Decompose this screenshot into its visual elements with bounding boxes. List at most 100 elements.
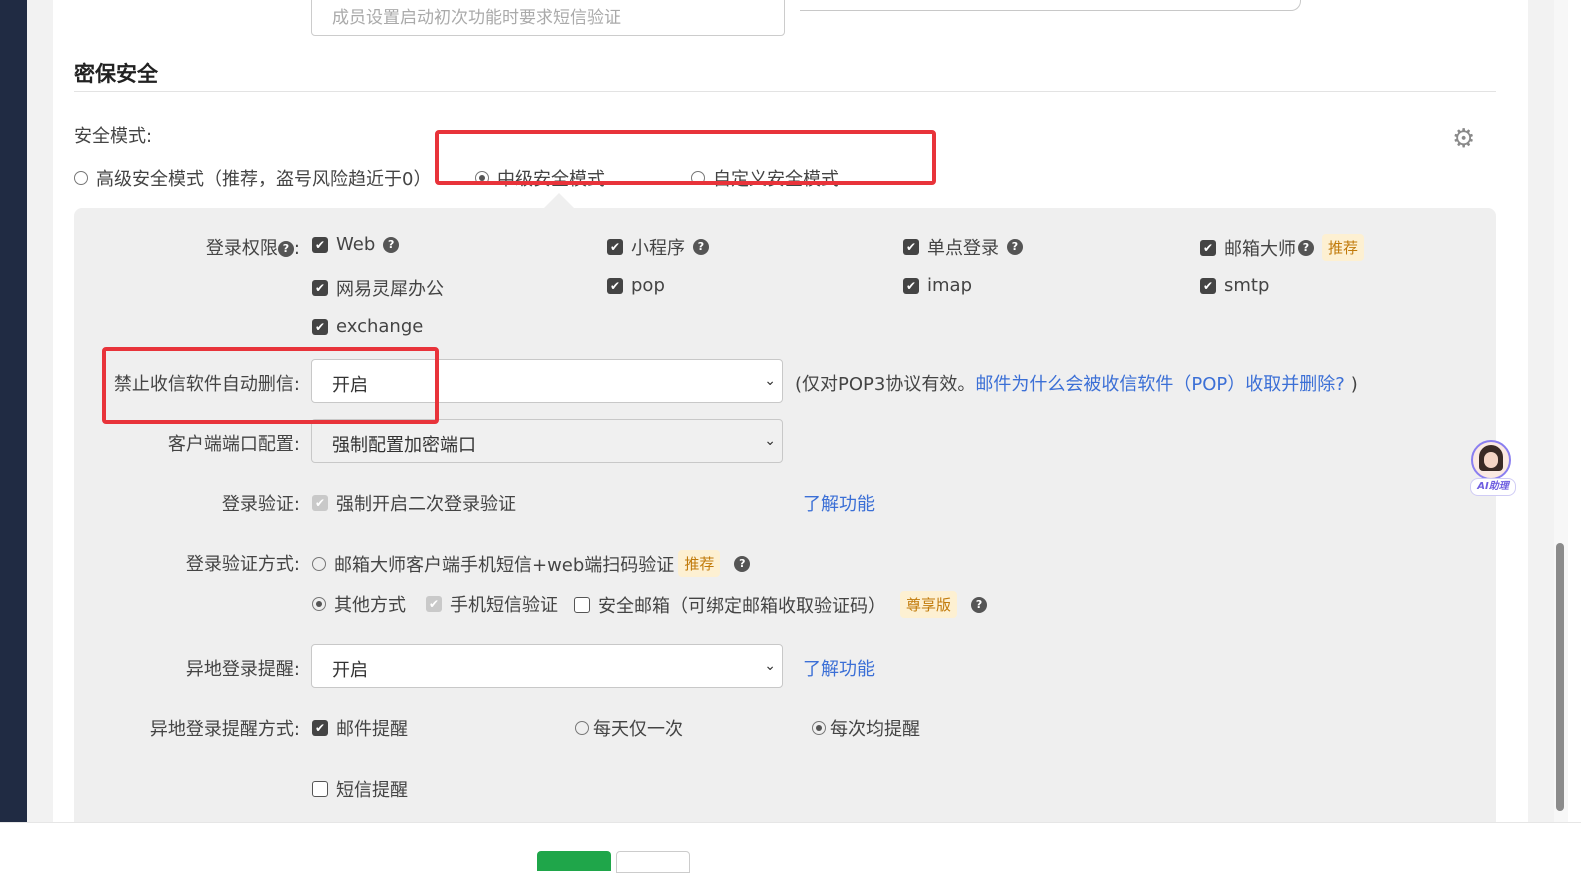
auto-delete-note-close: ) xyxy=(1350,374,1358,395)
save-button[interactable] xyxy=(537,851,611,871)
cancel-button[interactable] xyxy=(616,851,690,873)
security-mode-label: 安全模式: xyxy=(74,126,153,147)
sms-verify-input-text: 成员设置启动初次功能时要求短信验证 xyxy=(332,8,621,28)
question-icon[interactable]: ? xyxy=(383,236,400,253)
gear-icon[interactable]: ⚙ xyxy=(1452,124,1475,154)
pop-delete-help-link[interactable]: 邮件为什么会被收信软件（POP）收取并删除? xyxy=(975,374,1344,395)
highlight-box-autodelete xyxy=(102,347,439,424)
radio-icon xyxy=(74,171,88,185)
perm-lingxi[interactable]: ✔ 网易灵犀办公 xyxy=(312,275,444,301)
verify-method-mailmaster[interactable]: 邮箱大师客户端手机短信+web端扫码验证 推荐 ? xyxy=(312,550,751,577)
perm-pop-label: pop xyxy=(631,275,665,296)
client-port-value: 强制配置加密端口 xyxy=(332,435,476,456)
question-icon[interactable]: ? xyxy=(971,596,988,613)
page-gutter-left xyxy=(27,0,53,822)
checkbox-empty-icon xyxy=(312,781,328,797)
perm-imap-label: imap xyxy=(927,275,972,296)
checkbox-checked-icon: ✔ xyxy=(1200,277,1216,294)
page-gutter-right xyxy=(1528,0,1554,822)
perm-smtp[interactable]: ✔ smtp xyxy=(1200,275,1269,296)
checkbox-checked-icon: ✔ xyxy=(903,239,919,255)
perm-exchange[interactable]: ✔ exchange xyxy=(312,316,423,337)
browser-toolbar-edge xyxy=(800,0,1301,11)
chevron-down-icon: ⌄ xyxy=(764,658,776,674)
sms-verify-checkbox[interactable]: ✔ 手机短信验证 xyxy=(426,591,558,617)
perm-mailmaster-label: 邮箱大师 xyxy=(1224,238,1296,260)
checkbox-empty-icon xyxy=(574,596,590,613)
perm-smtp-label: smtp xyxy=(1224,275,1270,296)
question-icon[interactable]: ? xyxy=(277,241,294,257)
sms-verify-label: 手机短信验证 xyxy=(450,595,558,616)
force-2fa-checkbox[interactable]: ✔ 强制开启二次登录验证 xyxy=(312,490,516,516)
section-divider xyxy=(74,91,1496,92)
scrollbar-thumb[interactable] xyxy=(1556,543,1564,811)
secure-mail-checkbox[interactable]: 安全邮箱（可绑定邮箱收取验证码） 尊享版 ? xyxy=(574,591,988,618)
ai-assistant-button[interactable]: AI助理 xyxy=(1470,440,1516,496)
alert-daily-radio[interactable]: 每天仅一次 xyxy=(575,715,683,741)
alert-every-radio[interactable]: 每次均提醒 xyxy=(812,715,920,741)
checkbox-checked-icon: ✔ xyxy=(607,239,623,255)
perm-lingxi-label: 网易灵犀办公 xyxy=(336,279,444,300)
radio-advanced-mode-label: 高级安全模式（推荐，盗号风险趋近于0） xyxy=(96,169,432,190)
remote-login-alert-select[interactable]: 开启 ⌄ xyxy=(311,644,783,688)
client-port-label: 客户端端口配置: xyxy=(167,434,300,455)
checkbox-checked-icon: ✔ xyxy=(312,280,328,296)
perm-web[interactable]: ✔ Web ? xyxy=(312,234,400,255)
sms-verify-input[interactable]: 成员设置启动初次功能时要求短信验证 xyxy=(311,0,785,36)
client-port-select[interactable]: 强制配置加密端口 ⌄ xyxy=(311,419,783,463)
app-sidebar xyxy=(0,0,27,822)
checkbox-disabled-icon: ✔ xyxy=(426,596,442,612)
question-icon[interactable]: ? xyxy=(1007,239,1023,255)
alert-mail-label: 邮件提醒 xyxy=(336,719,408,740)
section-title: 密保安全 xyxy=(74,62,158,86)
remote-login-alert-value: 开启 xyxy=(332,660,368,681)
recommend-badge: 推荐 xyxy=(678,550,721,577)
alert-every-label: 每次均提醒 xyxy=(830,719,920,740)
highlight-box-mode xyxy=(435,130,936,185)
radio-icon xyxy=(575,721,589,735)
question-icon[interactable]: ? xyxy=(734,555,751,572)
question-icon[interactable]: ? xyxy=(1298,239,1314,256)
alert-daily-label: 每天仅一次 xyxy=(593,719,683,740)
checkbox-checked-icon: ✔ xyxy=(607,277,623,294)
radio-advanced-mode[interactable]: 高级安全模式（推荐，盗号风险趋近于0） xyxy=(74,165,431,191)
verify-method-other[interactable]: 其他方式 xyxy=(312,591,406,617)
perm-web-label: Web xyxy=(336,234,376,255)
secure-mail-label: 安全邮箱（可绑定邮箱收取验证码） xyxy=(598,595,886,617)
login-permission-label: 登录权限?: xyxy=(206,234,300,260)
radio-selected-icon xyxy=(812,721,826,735)
settings-panel xyxy=(74,208,1496,848)
checkbox-disabled-icon: ✔ xyxy=(312,495,328,511)
perm-imap[interactable]: ✔ imap xyxy=(903,275,972,296)
checkbox-checked-icon: ✔ xyxy=(1200,239,1216,256)
login-verify-label: 登录验证: xyxy=(221,494,300,515)
perm-miniprogram[interactable]: ✔ 小程序 ? xyxy=(607,234,709,260)
ai-assistant-label: AI助理 xyxy=(1470,478,1516,496)
perm-pop[interactable]: ✔ pop xyxy=(607,275,665,296)
perm-sso[interactable]: ✔ 单点登录 ? xyxy=(903,234,1023,260)
alert-mail-checkbox[interactable]: ✔ 邮件提醒 xyxy=(312,715,408,741)
chevron-down-icon: ⌄ xyxy=(764,373,776,389)
learn-more-link[interactable]: 了解功能 xyxy=(803,490,875,516)
checkbox-checked-icon: ✔ xyxy=(312,318,328,335)
alert-sms-label: 短信提醒 xyxy=(336,780,408,801)
perm-mailmaster[interactable]: ✔ 邮箱大师 ? 推荐 xyxy=(1200,234,1365,261)
perm-sso-label: 单点登录 xyxy=(927,238,999,259)
force-2fa-label: 强制开启二次登录验证 xyxy=(336,494,516,515)
remote-login-alert-label: 异地登录提醒: xyxy=(185,659,300,680)
auto-delete-note: (仅对POP3协议有效。邮件为什么会被收信软件（POP）收取并删除?) xyxy=(795,370,1358,396)
assistant-avatar-icon xyxy=(1471,440,1511,480)
chevron-down-icon: ⌄ xyxy=(764,433,776,449)
checkbox-checked-icon: ✔ xyxy=(312,720,328,736)
radio-icon xyxy=(312,556,326,571)
checkbox-checked-icon: ✔ xyxy=(312,236,328,253)
window-edge xyxy=(1568,0,1581,866)
question-icon[interactable]: ? xyxy=(693,239,709,255)
learn-more-link[interactable]: 了解功能 xyxy=(803,655,875,681)
perm-exchange-label: exchange xyxy=(336,316,424,337)
alert-sms-checkbox[interactable]: 短信提醒 xyxy=(312,776,408,802)
panel-pointer xyxy=(544,193,574,208)
alert-method-label: 异地登录提醒方式: xyxy=(149,719,300,740)
radio-selected-icon xyxy=(312,597,326,611)
verify-method-mailmaster-label: 邮箱大师客户端手机短信+web端扫码验证 xyxy=(334,554,675,576)
